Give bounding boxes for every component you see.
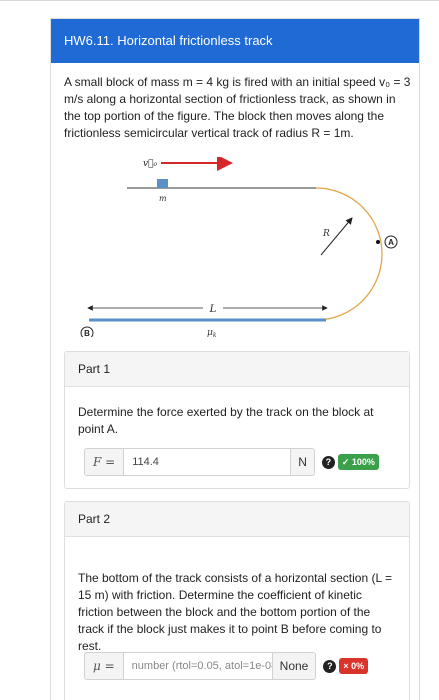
score-badge-incorrect: × 0% (339, 658, 369, 674)
mu-input[interactable]: number (rtol=0.05, atol=1e-08) (122, 652, 273, 680)
part-2-answer-row: μ = number (rtol=0.05, atol=1e-08) None … (84, 652, 369, 680)
mu-label: μ = (84, 652, 123, 680)
length-label: L (209, 304, 217, 315)
help-icon[interactable]: ? (323, 659, 337, 673)
score-badge-correct: ✓ 100% (337, 454, 379, 470)
block (157, 179, 168, 188)
help-icon[interactable]: ? (321, 455, 335, 469)
velocity-label: v⃗₀ (143, 159, 157, 169)
point-a-dot (376, 240, 380, 244)
problem-statement: A small block of mass m = 4 kg is fired … (64, 75, 411, 140)
top-divider (0, 0, 439, 1)
friction-label: μk (207, 328, 217, 337)
force-input[interactable]: 114.4 (123, 448, 292, 476)
point-a-label: A (388, 238, 394, 247)
track-figure: m v⃗₀ R A L μk B (80, 157, 398, 337)
force-label: F = (84, 448, 124, 476)
question-title: HW6.11. Horizontal frictionless track (51, 19, 419, 63)
radius-label: R (322, 229, 330, 239)
semicircle-track (315, 187, 383, 321)
mass-label: m (159, 194, 167, 203)
part-2-panel: Part 2 The bottom of the track consists … (64, 501, 410, 700)
mu-unit: None (272, 652, 317, 680)
part-2-title: Part 2 (65, 502, 409, 537)
point-b-label: B (84, 329, 90, 337)
part-1-question: Determine the force exerted by the track… (78, 405, 374, 436)
part-1-answer-row: F = 114.4 N ? ✓ 100% (84, 448, 379, 476)
part-2-question: The bottom of the track consists of a ho… (78, 571, 393, 653)
part-1-panel: Part 1 Determine the force exerted by th… (64, 351, 410, 489)
force-unit: N (291, 448, 315, 476)
part-1-title: Part 1 (65, 352, 409, 387)
question-card: HW6.11. Horizontal frictionless track A … (50, 18, 420, 700)
